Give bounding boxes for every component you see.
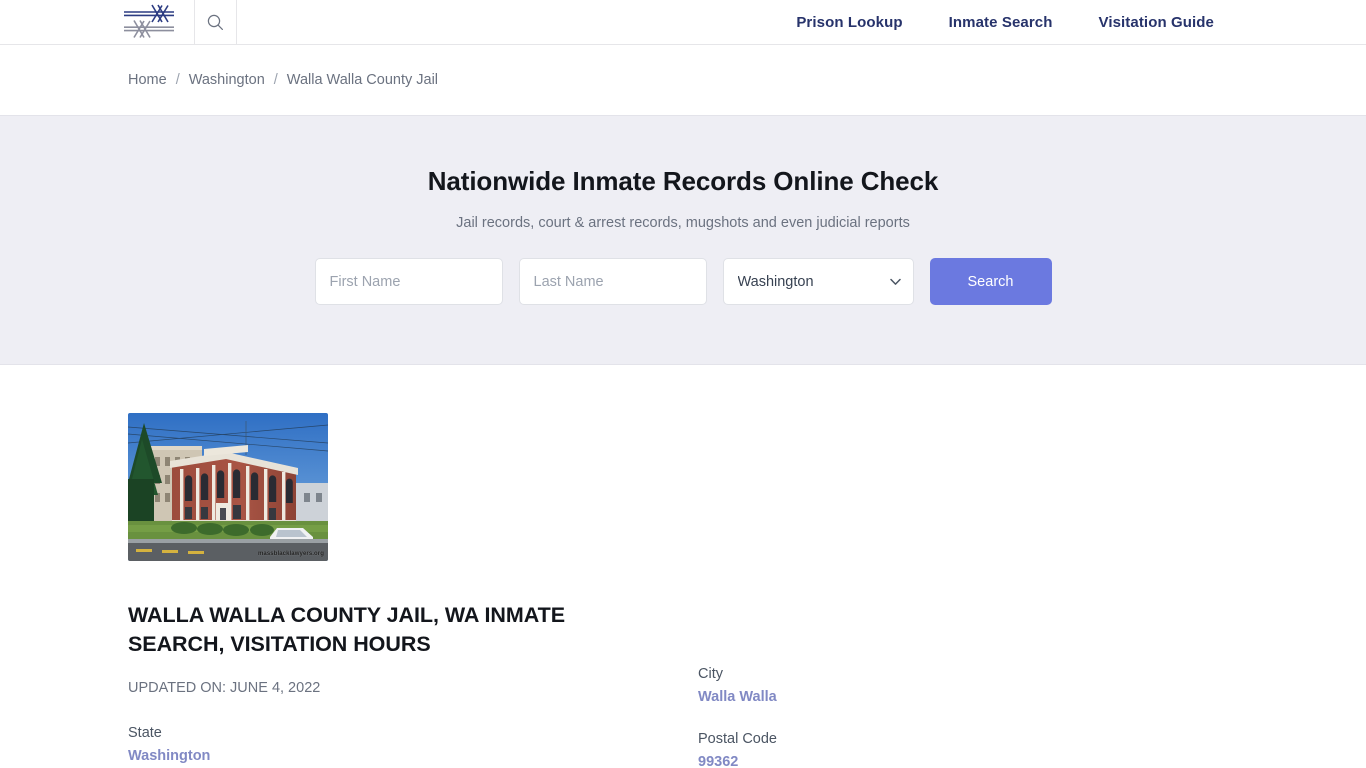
breadcrumb: Home / Washington / Walla Walla County J… <box>128 72 438 88</box>
first-name-input[interactable] <box>314 258 503 305</box>
search-button[interactable]: Search <box>929 258 1052 305</box>
hero-section: Nationwide Inmate Records Online Check J… <box>0 115 1366 365</box>
fact-label-postal-code: Postal Code <box>698 731 777 748</box>
fact-value-postal-code[interactable]: 99362 <box>698 751 738 768</box>
breadcrumb-item-home[interactable]: Home <box>128 72 167 88</box>
state-select-wrapper: Washington <box>722 258 914 305</box>
nav-item-inmate-search[interactable]: Inmate Search <box>949 14 1053 31</box>
hero-title: Nationwide Inmate Records Online Check <box>427 166 939 196</box>
fact-label-city: City <box>698 666 723 683</box>
search-icon <box>207 14 223 30</box>
facts-column-left: State Washington <box>128 722 698 768</box>
breadcrumb-item-washington[interactable]: Washington <box>189 72 265 88</box>
breadcrumb-separator: / <box>175 72 180 88</box>
nav-item-visitation-guide[interactable]: Visitation Guide <box>1098 14 1214 31</box>
jail-photo: massblacklawyers.org <box>128 413 328 561</box>
main-navigation: Prison Lookup Inmate Search Visitation G… <box>796 0 1366 44</box>
fact-value-state[interactable]: Washington <box>128 745 210 768</box>
site-header: Prison Lookup Inmate Search Visitation G… <box>0 0 1366 45</box>
page-title: Walla Walla County Jail, WA Inmate Searc… <box>128 603 566 657</box>
facility-facts: State Washington City Walla Walla Postal… <box>128 666 1366 768</box>
fact-value-city[interactable]: Walla Walla <box>698 686 777 709</box>
photo-watermark: massblacklawyers.org <box>257 551 324 557</box>
header-spacer <box>237 0 796 44</box>
fact-postal-code: Postal Code 99362 <box>698 728 777 768</box>
fact-state: State Washington <box>128 722 698 768</box>
barbed-wire-logo <box>124 4 174 38</box>
hero-subtitle: Jail records, court & arrest records, mu… <box>456 215 910 231</box>
last-name-input[interactable] <box>518 258 707 305</box>
header-search-button[interactable] <box>195 0 236 44</box>
main-content: massblacklawyers.org Walla Walla County … <box>0 365 1366 768</box>
state-select[interactable]: Washington <box>722 258 914 305</box>
breadcrumb-separator: / <box>273 72 278 88</box>
breadcrumb-item-current: Walla Walla County Jail <box>286 72 439 88</box>
fact-city: City Walla Walla <box>698 663 777 709</box>
fact-label-state: State <box>128 725 162 742</box>
inmate-search-form: Washington Search <box>314 258 1052 305</box>
jail-photo-image <box>128 413 328 561</box>
brand-block <box>0 0 194 44</box>
breadcrumb-bar: Home / Washington / Walla Walla County J… <box>0 45 1366 115</box>
logo-link[interactable] <box>122 2 178 42</box>
facts-column-right: City Walla Walla Postal Code 99362 <box>698 663 777 768</box>
nav-item-prison-lookup[interactable]: Prison Lookup <box>796 14 902 31</box>
